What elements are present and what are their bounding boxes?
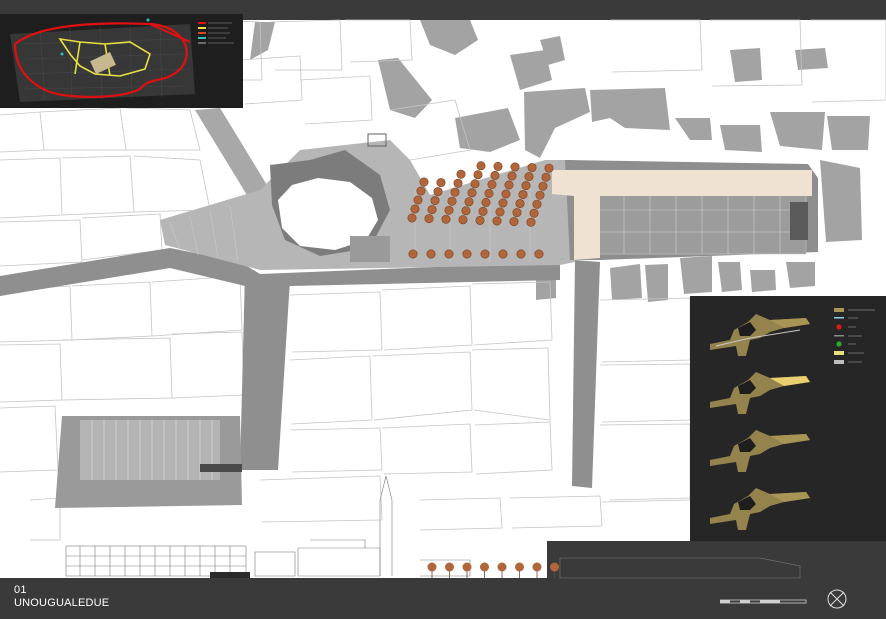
tree-symbol — [527, 163, 537, 173]
tree-symbol — [498, 198, 508, 208]
tree-symbol — [426, 249, 436, 259]
tree-symbol — [481, 197, 491, 207]
tree-symbol — [492, 216, 502, 226]
tree-symbol — [408, 249, 418, 259]
phasing-panel — [690, 296, 886, 541]
tree-symbol — [510, 162, 520, 172]
tree-symbol — [453, 178, 463, 188]
elevation-tree — [550, 562, 559, 578]
covered-market — [552, 160, 818, 260]
presentation-board: 01 UNOUGUALEDUE — [0, 0, 886, 619]
tree-symbol — [470, 179, 480, 189]
tree-symbol — [544, 163, 554, 173]
tree-symbol — [512, 208, 522, 218]
tree-symbol — [518, 190, 528, 200]
tree-symbol — [495, 207, 505, 217]
tree-symbol — [419, 177, 429, 187]
tree-symbol — [507, 171, 517, 181]
tree-symbol — [541, 172, 551, 182]
tree-symbol — [433, 187, 443, 197]
tree-symbol — [444, 205, 454, 215]
tree-symbol — [484, 188, 494, 198]
tree-symbol — [413, 195, 423, 205]
tree-symbol — [444, 249, 454, 259]
tree-symbol — [516, 249, 526, 259]
tree-symbol — [493, 161, 503, 171]
tree-symbol — [475, 215, 485, 225]
project-title-block: 01 UNOUGUALEDUE — [14, 584, 109, 610]
tree-symbol — [532, 199, 542, 209]
tree-symbol — [476, 161, 486, 171]
tree-symbol — [441, 214, 451, 224]
tree-symbol — [521, 181, 531, 191]
tree-symbol — [461, 206, 471, 216]
tree-symbol — [450, 187, 460, 197]
tree-symbol — [430, 196, 440, 206]
tree-symbol — [447, 196, 457, 206]
tree-symbol — [473, 170, 483, 180]
lower-structure — [55, 416, 242, 508]
tree-symbol — [416, 186, 426, 196]
tree-symbol — [529, 208, 539, 218]
tree-symbol — [487, 179, 497, 189]
tree-symbol — [509, 217, 519, 227]
tree-symbol — [515, 199, 525, 209]
tree-symbol — [464, 197, 474, 207]
tree-symbol — [462, 249, 472, 259]
tree-symbol — [501, 189, 511, 199]
tree-symbol — [407, 213, 417, 223]
tree-symbol — [458, 215, 468, 225]
tree-symbol — [478, 206, 488, 216]
tree-symbol — [467, 188, 477, 198]
tree-symbol — [427, 205, 437, 215]
tree-symbol — [526, 217, 536, 227]
tree-symbol — [524, 172, 534, 182]
tree-symbol — [424, 214, 434, 224]
tree-symbol — [456, 169, 466, 179]
tree-symbol — [410, 204, 420, 214]
project-name: UNOUGUALEDUE — [14, 597, 110, 609]
tree-symbol — [436, 178, 446, 188]
tree-symbol — [490, 170, 500, 180]
compass-north-icon — [827, 589, 847, 609]
tree-symbol — [535, 190, 545, 200]
tree-symbol — [480, 249, 490, 259]
scale-bar-icon — [720, 599, 807, 604]
tree-symbol — [504, 180, 514, 190]
project-number: 01 — [14, 584, 27, 596]
tree-symbol — [538, 181, 548, 191]
location-map — [0, 14, 243, 108]
tree-symbol — [534, 249, 544, 259]
tree-symbol — [498, 249, 508, 259]
